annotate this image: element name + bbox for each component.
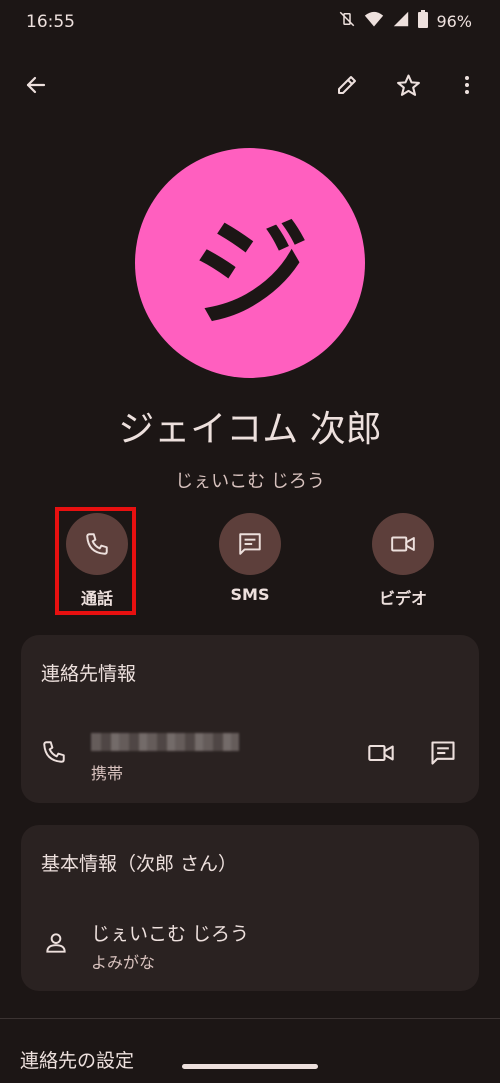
contact-name: ジェイコム 次郎	[118, 409, 382, 450]
sms-action-button[interactable]: SMS	[190, 513, 310, 604]
pencil-icon	[338, 76, 356, 94]
phone-row-icon	[41, 739, 67, 769]
basic-info-title: 基本情報（次郎 さん）	[41, 853, 238, 875]
call-highlight-box	[55, 507, 136, 615]
person-icon	[43, 930, 69, 960]
contact-info-card: 連絡先情報 携帯	[21, 635, 479, 803]
avatar-initial: ジ	[190, 204, 309, 343]
phone-number-redacted[interactable]	[91, 733, 239, 751]
video-icon	[368, 744, 394, 762]
reading-value: じぇいこむ じろう	[91, 923, 250, 945]
settings-title[interactable]: 連絡先の設定	[20, 1046, 134, 1073]
vibrate-off-icon	[338, 10, 356, 32]
video-action-label: ビデオ	[378, 589, 427, 608]
basic-info-card: 基本情報（次郎 さん） じぇいこむ じろう よみがな	[21, 825, 479, 991]
video-action-button[interactable]: ビデオ	[343, 513, 463, 609]
status-icons: 96%	[338, 10, 472, 32]
message-button[interactable]	[429, 739, 457, 771]
message-icon	[431, 741, 455, 765]
battery-icon	[418, 10, 429, 32]
signal-icon	[392, 10, 410, 32]
edit-button[interactable]	[325, 63, 369, 107]
avatar: ジ	[135, 148, 365, 378]
sms-action-label: SMS	[230, 585, 270, 604]
message-icon	[239, 533, 261, 555]
favorite-button[interactable]	[386, 63, 430, 107]
video-call-button[interactable]	[367, 739, 395, 771]
phone-type-label: 携帯	[91, 764, 124, 783]
star-icon	[396, 74, 420, 96]
divider	[0, 1018, 500, 1019]
back-arrow-icon	[26, 76, 46, 94]
status-time: 16:55	[26, 12, 75, 32]
video-icon	[391, 536, 415, 552]
contact-info-title: 連絡先情報	[41, 663, 137, 685]
more-vert-icon	[465, 76, 469, 94]
battery-percent: 96%	[436, 11, 472, 31]
back-button[interactable]	[14, 63, 58, 107]
wifi-icon	[364, 10, 384, 32]
reading-label: よみがな	[91, 953, 156, 972]
more-options-button[interactable]	[445, 63, 489, 107]
gesture-nav-bar[interactable]	[182, 1064, 318, 1069]
contact-reading: じぇいこむ じろう	[175, 471, 325, 492]
